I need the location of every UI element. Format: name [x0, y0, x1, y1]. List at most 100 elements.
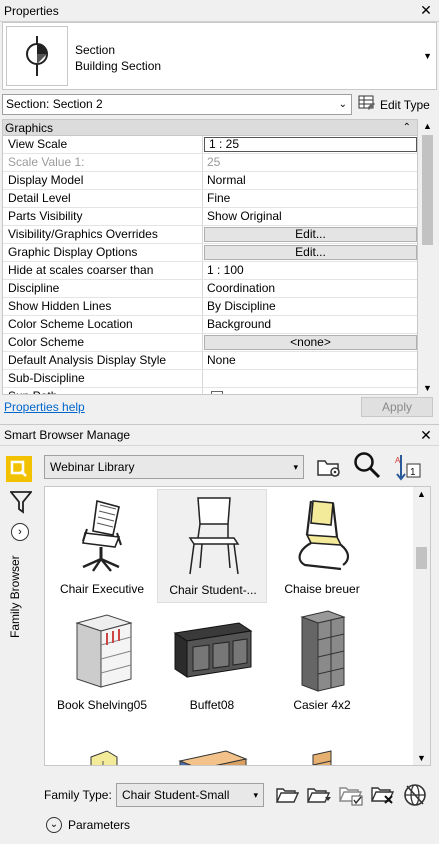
- desk-partial-icon: [167, 727, 257, 765]
- family-grid: Chair Executive Chair Student-... Chaise b…: [44, 486, 431, 766]
- svg-text:1: 1: [410, 467, 416, 478]
- family-tile[interactable]: [267, 721, 377, 765]
- remove-folder-icon[interactable]: [368, 780, 398, 810]
- smart-browser-title: Smart Browser Manage: [4, 428, 131, 442]
- close-icon[interactable]: ✕: [419, 3, 433, 17]
- property-name: Sun Path: [3, 388, 203, 394]
- scroll-up-icon[interactable]: ▲: [419, 119, 436, 133]
- parameters-label: Parameters: [68, 818, 131, 832]
- property-edit-button[interactable]: Edit...: [204, 227, 417, 242]
- property-edit-button[interactable]: <none>: [204, 335, 417, 350]
- family-tile-label: Chaise breuer: [284, 582, 360, 596]
- family-tile[interactable]: [47, 721, 157, 765]
- edit-type-icon: [358, 95, 376, 114]
- property-name: Visibility/Graphics Overrides: [3, 226, 203, 243]
- property-row: Discipline Coordination: [3, 280, 417, 298]
- property-edit-button[interactable]: Edit...: [204, 245, 417, 260]
- property-value: 25: [207, 155, 221, 169]
- family-type-label: Family Type:: [44, 788, 112, 802]
- property-name: Discipline: [3, 280, 203, 297]
- family-tile-label: Buffet08: [189, 698, 235, 712]
- property-value[interactable]: [203, 370, 417, 387]
- family-browser-tab[interactable]: Family Browser: [8, 548, 32, 638]
- buffet-icon: [167, 611, 257, 691]
- open-folder-icon[interactable]: [272, 780, 302, 810]
- property-row: Hide at scales coarser than 1 : 100: [3, 262, 417, 280]
- family-tile[interactable]: Chair Executive: [47, 489, 157, 603]
- app-logo-icon[interactable]: [6, 456, 32, 482]
- instance-filter-dropdown[interactable]: Section: Section 2 ⌄: [2, 94, 352, 115]
- property-value[interactable]: Normal: [203, 172, 417, 189]
- close-icon[interactable]: ✕: [419, 428, 433, 442]
- casier-icon: [277, 610, 367, 692]
- scroll-thumb[interactable]: [422, 135, 433, 245]
- sun-path-checkbox[interactable]: [211, 391, 223, 394]
- scroll-thumb[interactable]: [416, 547, 427, 569]
- smart-browser-title-bar: Smart Browser Manage ✕: [0, 424, 439, 446]
- parameters-toggle[interactable]: ⌄ Parameters: [46, 817, 130, 833]
- library-settings-icon[interactable]: [314, 452, 344, 482]
- property-row: Color Scheme Location Background: [3, 316, 417, 334]
- group-title: Graphics: [5, 121, 54, 135]
- property-name: Graphic Display Options: [3, 244, 203, 261]
- property-name: Parts Visibility: [3, 208, 203, 225]
- search-icon[interactable]: [352, 450, 382, 480]
- chaise-breuer-icon: [277, 495, 367, 575]
- property-row: View Scale 1 : 25: [3, 136, 417, 154]
- family-tile[interactable]: Casier 4x2: [267, 605, 377, 719]
- family-tile[interactable]: Book Shelving05: [47, 605, 157, 719]
- family-type-dropdown[interactable]: Chair Student-Small ▾: [116, 783, 264, 807]
- family-tile-label: Chair Student-...: [169, 583, 257, 597]
- smart-browser-sidebar: › Family Browser: [0, 448, 40, 844]
- library-dropdown[interactable]: Webinar Library ▾: [44, 455, 304, 479]
- property-value[interactable]: 1 : 100: [203, 262, 417, 279]
- edit-type-button[interactable]: Edit Type: [358, 94, 430, 115]
- sort-order-icon[interactable]: A 1: [392, 452, 422, 482]
- family-grid-scrollbar[interactable]: ▲ ▼: [413, 487, 430, 765]
- collapse-icon[interactable]: ⌃: [403, 120, 411, 136]
- property-row: Sun Path: [3, 388, 417, 394]
- instance-filter-value: Section: Section 2: [6, 97, 103, 111]
- expand-panel-icon[interactable]: ›: [11, 523, 29, 541]
- property-value[interactable]: [203, 388, 417, 394]
- book-shelving-icon: [57, 611, 147, 691]
- check-folder-icon[interactable]: [336, 780, 366, 810]
- property-name: Detail Level: [3, 190, 203, 207]
- property-name: Show Hidden Lines: [3, 298, 203, 315]
- property-row: Scale Value 1: 25: [3, 154, 417, 172]
- property-value[interactable]: None: [203, 352, 417, 369]
- type-family: Section: [75, 43, 116, 57]
- family-tile-label: Book Shelving05: [56, 698, 148, 712]
- group-header-graphics[interactable]: Graphics ⌃: [3, 120, 417, 136]
- property-name: View Scale: [3, 136, 203, 153]
- properties-scrollbar[interactable]: ▲ ▼: [419, 119, 436, 395]
- family-tile[interactable]: Buffet08: [157, 605, 267, 719]
- globe-icon[interactable]: [400, 780, 430, 810]
- property-value[interactable]: Show Original: [203, 208, 417, 225]
- property-value[interactable]: 1 : 25: [204, 137, 417, 152]
- property-value[interactable]: Coordination: [203, 280, 417, 297]
- scroll-down-icon[interactable]: ▼: [419, 381, 436, 395]
- family-tile[interactable]: [157, 721, 267, 765]
- chevron-down-icon[interactable]: ▼: [423, 51, 432, 61]
- scroll-up-icon[interactable]: ▲: [413, 487, 430, 501]
- filter-icon[interactable]: [9, 490, 33, 517]
- property-rows: View Scale 1 : 25 Scale Value 1: 25 Display …: [3, 136, 417, 394]
- apply-button[interactable]: Apply: [361, 397, 433, 417]
- scroll-down-icon[interactable]: ▼: [413, 751, 430, 765]
- chair-executive-icon: [57, 495, 147, 575]
- family-tile[interactable]: Chair Student-...: [157, 489, 267, 603]
- property-value[interactable]: By Discipline: [203, 298, 417, 315]
- property-name: Default Analysis Display Style: [3, 352, 203, 369]
- type-name: Section Building Section: [75, 42, 161, 74]
- instance-filter-row: Section: Section 2 ⌄ Edit Type: [0, 93, 439, 117]
- type-selector[interactable]: Section Building Section ▼: [2, 22, 437, 90]
- load-family-icon[interactable]: [304, 780, 334, 810]
- properties-help-link[interactable]: Properties help: [4, 400, 85, 414]
- property-value[interactable]: Fine: [203, 190, 417, 207]
- family-tile[interactable]: Chaise breuer: [267, 489, 377, 603]
- property-row: Sub-Discipline: [3, 370, 417, 388]
- chevron-down-icon: ▾: [253, 790, 258, 800]
- property-value[interactable]: Background: [203, 316, 417, 333]
- properties-grid: Graphics ⌃ View Scale 1 : 25 Scale Value 1…: [2, 119, 418, 395]
